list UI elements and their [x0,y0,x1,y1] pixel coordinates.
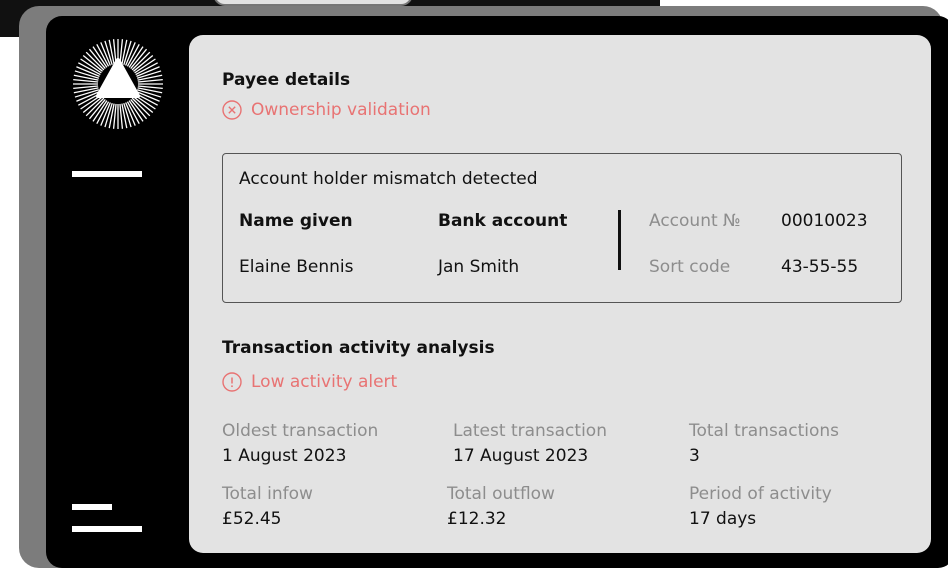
stat-label: Oldest transaction [222,421,379,441]
app-frame: Payee details Ownership validation Accou… [19,6,948,568]
mismatch-card: Account holder mismatch detected Name gi… [222,153,902,303]
ownership-validation-label: Ownership validation [251,100,431,120]
stat-value: £12.32 [447,509,507,529]
low-activity-label: Low activity alert [251,372,398,392]
x-circle-icon [222,100,242,120]
app-logo-icon [73,39,163,129]
sort-code-value: 43-55-55 [781,257,859,277]
ownership-validation-status: Ownership validation [222,100,431,120]
menu-item-bar[interactable] [72,171,142,177]
bank-account-label: Bank account [438,211,568,231]
payee-panel: Payee details Ownership validation Accou… [189,35,931,553]
stat-value: 3 [689,446,700,466]
activity-analysis-title: Transaction activity analysis [222,338,495,358]
account-number-value: 00010023 [781,211,868,231]
stat-label: Total infow [222,484,313,504]
payee-details-title: Payee details [222,70,351,90]
exclamation-circle-icon [222,372,242,392]
stat-label: Total transactions [689,421,839,441]
stat-value: 1 August 2023 [222,446,347,466]
app-window: Payee details Ownership validation Accou… [46,16,948,568]
menu-toggle-bar-short[interactable] [72,504,112,510]
stat-value: £52.45 [222,509,282,529]
name-given-value: Elaine Bennis [239,257,354,277]
menu-toggle-bar-long[interactable] [72,526,142,532]
card-divider [618,210,621,270]
low-activity-status: Low activity alert [222,372,397,392]
mismatch-heading: Account holder mismatch detected [239,169,538,189]
stat-value: 17 days [689,509,757,529]
name-given-label: Name given [239,211,353,231]
sort-code-label: Sort code [649,257,731,277]
stat-value: 17 August 2023 [453,446,589,466]
stat-label: Period of activity [689,484,832,504]
stat-label: Total outflow [447,484,555,504]
account-number-label: Account № [649,211,741,231]
stat-label: Latest transaction [453,421,607,441]
bank-account-value: Jan Smith [438,257,520,277]
